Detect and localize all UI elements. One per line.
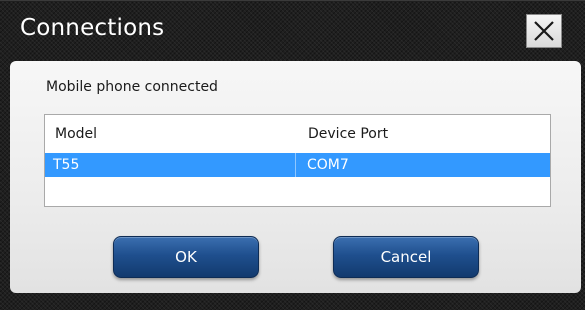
cancel-button[interactable]: Cancel [333, 236, 479, 278]
dialog-title: Connections [20, 15, 165, 41]
device-table: Model Device Port T55 COM7 [44, 114, 551, 207]
cell-divider [295, 153, 296, 177]
cell-model: T55 [53, 157, 80, 173]
connections-dialog: Connections Mobile phone connected Model… [0, 0, 585, 310]
content-panel: Mobile phone connected Model Device Port… [10, 61, 581, 293]
column-header-device-port[interactable]: Device Port [308, 126, 388, 142]
close-icon [534, 21, 554, 41]
table-row[interactable]: T55 COM7 [45, 153, 550, 177]
connection-status-text: Mobile phone connected [46, 79, 218, 95]
cell-device-port: COM7 [307, 157, 349, 173]
column-header-model[interactable]: Model [55, 126, 97, 142]
ok-button[interactable]: OK [113, 236, 259, 278]
close-button[interactable] [526, 14, 562, 48]
table-header: Model Device Port [45, 115, 550, 153]
